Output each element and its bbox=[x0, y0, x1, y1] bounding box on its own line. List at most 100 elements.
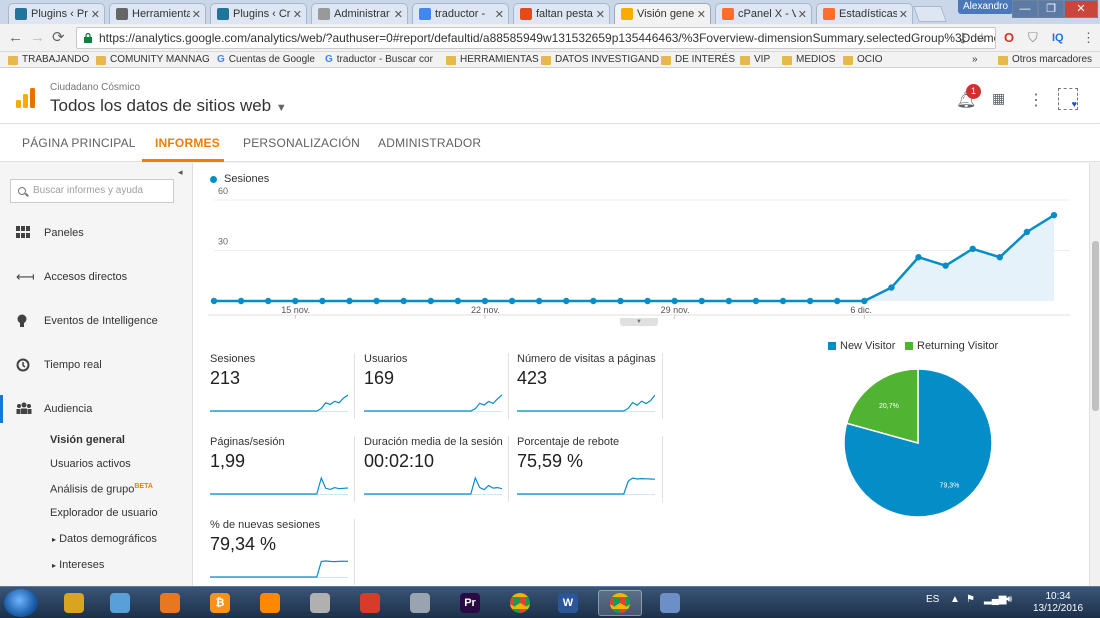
metric-tile[interactable]: % de nuevas sesiones 79,34 % bbox=[210, 519, 356, 583]
data-point[interactable] bbox=[1023, 228, 1031, 236]
taskbar-app[interactable] bbox=[248, 590, 292, 616]
new-tab-button[interactable] bbox=[913, 6, 947, 22]
data-point[interactable] bbox=[1050, 211, 1058, 219]
data-point[interactable] bbox=[617, 297, 624, 305]
data-point[interactable] bbox=[427, 297, 434, 305]
browser-tab[interactable]: Visión gene ✕ bbox=[614, 3, 711, 24]
taskbar-app[interactable] bbox=[648, 590, 692, 616]
bookmark-item[interactable]: MEDIOS bbox=[782, 54, 835, 66]
minimize-button[interactable]: — bbox=[1012, 0, 1038, 18]
bookmark-item[interactable]: DE INTERÉS bbox=[661, 54, 735, 66]
close-tab-icon[interactable]: ✕ bbox=[91, 8, 100, 21]
bookmark-item[interactable]: COMUNITY MANNAG bbox=[96, 54, 210, 66]
taskbar-app[interactable] bbox=[348, 590, 392, 616]
data-point[interactable] bbox=[861, 297, 868, 305]
data-point[interactable] bbox=[292, 297, 299, 305]
close-tab-icon[interactable]: ✕ bbox=[293, 8, 302, 21]
data-point[interactable] bbox=[752, 297, 760, 305]
close-window-button[interactable]: ✕ bbox=[1064, 0, 1098, 18]
taskbar-app[interactable]: W bbox=[546, 590, 590, 616]
flag-icon[interactable]: ⚑ bbox=[966, 594, 975, 605]
scrollbar-thumb[interactable] bbox=[1092, 241, 1099, 411]
sidebar-item-shortcuts[interactable]: ⟻ Accesos directos bbox=[0, 257, 192, 297]
data-point[interactable] bbox=[671, 297, 678, 305]
taskbar-app[interactable]: Pr bbox=[448, 590, 492, 616]
iq-extension-icon[interactable]: IQ bbox=[1052, 29, 1064, 47]
sidebar-item-intelligence[interactable]: Eventos de Intelligence bbox=[0, 301, 192, 341]
browser-tab[interactable]: Estadísticas ✕ bbox=[816, 3, 913, 24]
taskbar-app[interactable] bbox=[498, 590, 542, 616]
close-tab-icon[interactable]: ✕ bbox=[798, 8, 807, 21]
tab-reports[interactable]: INFORMES bbox=[155, 136, 220, 150]
data-point[interactable] bbox=[888, 284, 895, 291]
reload-icon[interactable]: ⟳ bbox=[52, 29, 65, 47]
chart-expand-toggle[interactable]: ▼ bbox=[620, 318, 658, 326]
close-tab-icon[interactable]: ✕ bbox=[697, 8, 706, 21]
data-point[interactable] bbox=[400, 297, 407, 305]
apps-grid-icon[interactable]: ▦ bbox=[992, 90, 1005, 107]
forward-icon[interactable]: → bbox=[30, 29, 45, 47]
data-point[interactable] bbox=[264, 297, 272, 305]
sidebar-subitem-cohort[interactable]: Análisis de grupoBETA bbox=[50, 483, 153, 496]
data-point[interactable] bbox=[454, 297, 462, 305]
metric-tile[interactable]: Sesiones 213 bbox=[210, 353, 356, 417]
data-point[interactable] bbox=[346, 297, 353, 305]
data-point[interactable] bbox=[563, 297, 570, 305]
taskbar-app[interactable] bbox=[298, 590, 342, 616]
close-tab-icon[interactable]: ✕ bbox=[596, 8, 605, 21]
report-search-input[interactable]: Buscar informes y ayuda bbox=[10, 179, 174, 203]
data-point[interactable] bbox=[996, 254, 1004, 261]
tray-arrow-icon[interactable]: ▲ bbox=[950, 594, 960, 605]
taskbar-app[interactable] bbox=[598, 590, 642, 616]
maximize-button[interactable]: ❐ bbox=[1038, 0, 1064, 18]
bookmark-star-icon[interactable]: ☆ bbox=[976, 29, 988, 47]
volume-icon[interactable]: 🔊︎ bbox=[1006, 594, 1012, 605]
close-tab-icon[interactable]: ✕ bbox=[192, 8, 201, 21]
bookmark-item[interactable]: HERRAMIENTAS bbox=[446, 54, 539, 66]
data-point[interactable] bbox=[508, 297, 516, 305]
bookmark-item[interactable]: DATOS INVESTIGAND bbox=[541, 54, 659, 66]
sidebar-subitem-active-users[interactable]: Usuarios activos bbox=[50, 458, 131, 470]
data-point[interactable] bbox=[373, 297, 380, 305]
metric-tile[interactable]: Páginas/sesión 1,99 bbox=[210, 436, 356, 500]
bookmark-item[interactable]: TRABAJANDO bbox=[8, 54, 89, 66]
close-tab-icon[interactable]: ✕ bbox=[394, 8, 403, 21]
browser-tab[interactable]: Herramientas✕ bbox=[109, 3, 206, 24]
taskbar-app[interactable] bbox=[398, 590, 442, 616]
tab-customization[interactable]: PERSONALIZACIÓN bbox=[243, 136, 360, 150]
close-tab-icon[interactable]: ✕ bbox=[495, 8, 504, 21]
key-icon[interactable]: ⚷ bbox=[958, 29, 968, 47]
page-scrollbar[interactable] bbox=[1089, 163, 1100, 586]
data-point[interactable] bbox=[590, 297, 597, 305]
network-icon[interactable]: ▂▄▆ bbox=[984, 594, 1006, 605]
browser-tab[interactable]: traductor - ✕ bbox=[412, 3, 509, 24]
data-point[interactable] bbox=[210, 297, 218, 305]
data-point[interactable] bbox=[915, 254, 922, 261]
taskbar-clock[interactable]: 10:34 13/12/2016 bbox=[1030, 591, 1086, 615]
taskbar-app[interactable] bbox=[52, 590, 96, 616]
menu-icon[interactable]: ⋮ bbox=[1082, 29, 1095, 47]
data-point[interactable] bbox=[942, 262, 949, 269]
url-bar[interactable]: https://analytics.google.com/analytics/w… bbox=[76, 27, 996, 49]
browser-tab[interactable]: Plugins ‹ Cre ✕ bbox=[210, 3, 307, 24]
sidebar-subitem-user-explorer[interactable]: Explorador de usuario bbox=[50, 507, 158, 519]
start-button[interactable] bbox=[4, 589, 38, 617]
bookmark-item[interactable]: Gtraductor - Buscar cor bbox=[325, 54, 433, 66]
data-point[interactable] bbox=[535, 297, 543, 305]
sidebar-item-audience[interactable]: Audiencia bbox=[0, 389, 192, 429]
taskbar-app[interactable]: ₿ bbox=[198, 590, 242, 616]
extension-icon[interactable]: O bbox=[1004, 29, 1014, 47]
more-bookmarks[interactable]: » bbox=[972, 54, 978, 66]
data-point[interactable] bbox=[806, 297, 814, 305]
sidebar-item-realtime[interactable]: Tiempo real bbox=[0, 345, 192, 385]
bookmark-item[interactable]: VIP bbox=[740, 54, 770, 66]
data-point[interactable] bbox=[969, 245, 976, 253]
data-point[interactable] bbox=[481, 297, 489, 305]
metric-tile[interactable]: Número de visitas a páginas 423 bbox=[517, 353, 663, 417]
language-indicator[interactable]: ES bbox=[926, 594, 939, 605]
collapse-sidebar-icon[interactable]: ◂ bbox=[178, 167, 183, 178]
data-point[interactable] bbox=[644, 297, 651, 305]
profile-button[interactable]: Alexandro bbox=[958, 0, 1014, 14]
tab-home[interactable]: PÁGINA PRINCIPAL bbox=[22, 136, 136, 150]
browser-tab[interactable]: cPanel X - V ✕ bbox=[715, 3, 812, 24]
